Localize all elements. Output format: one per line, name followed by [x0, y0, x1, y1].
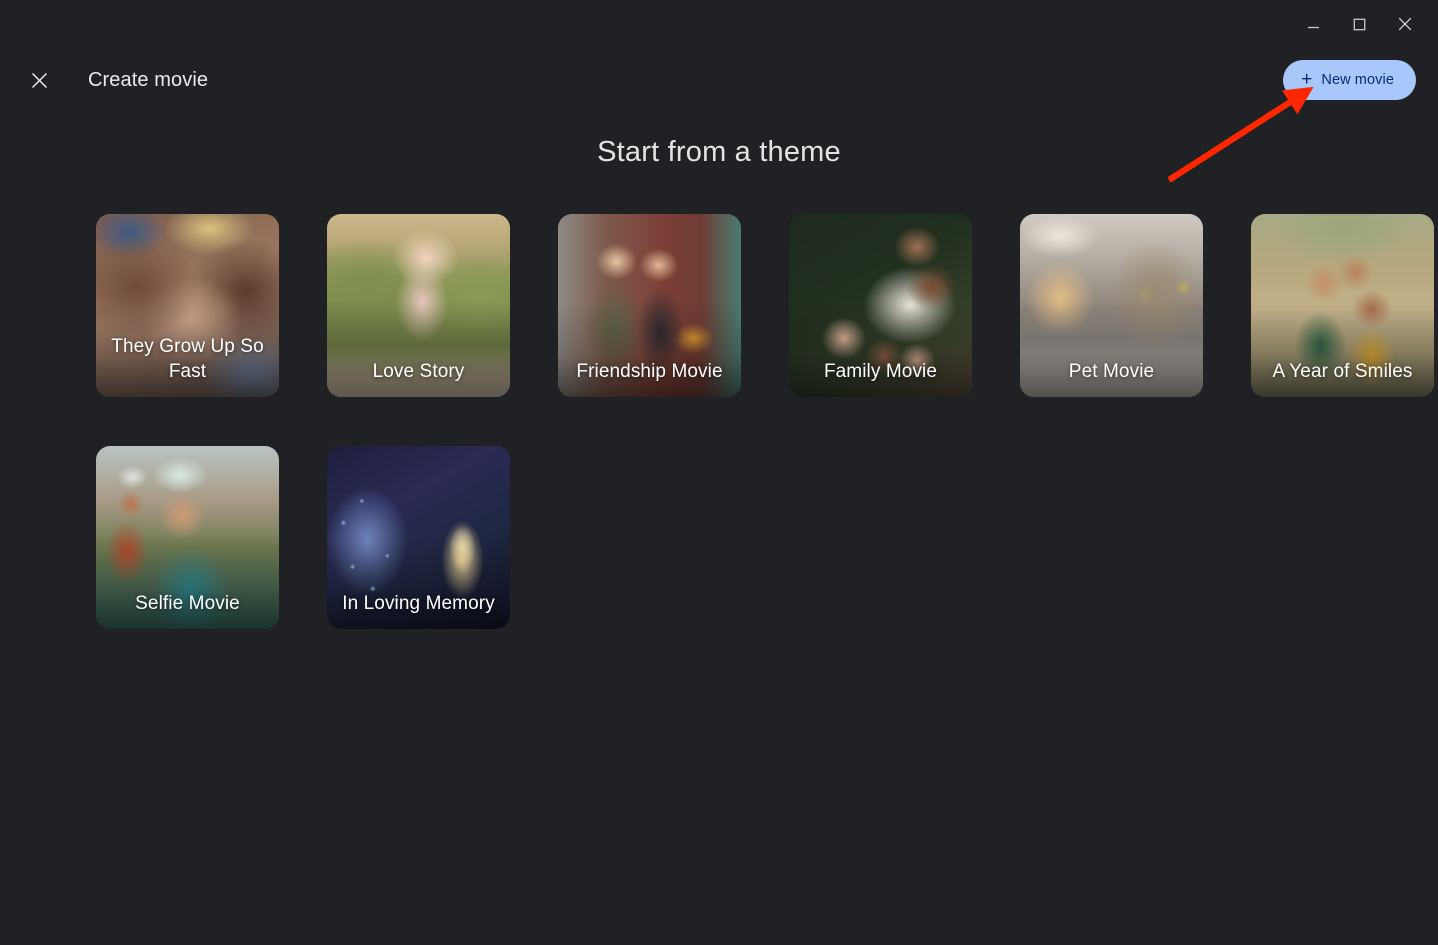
theme-card-label: They Grow Up So Fast [111, 336, 264, 382]
theme-card-label: In Loving Memory [342, 592, 495, 614]
new-movie-label: New movie [1321, 72, 1394, 88]
theme-card-label: Love Story [372, 360, 465, 382]
close-dialog-button[interactable] [24, 65, 54, 95]
plus-icon: + [1301, 68, 1313, 90]
window-control-bar [0, 0, 1438, 48]
minimize-icon [1307, 26, 1319, 28]
minimize-button[interactable] [1290, 4, 1336, 44]
maximize-icon [1353, 18, 1365, 30]
theme-card[interactable]: Friendship Movie [558, 214, 741, 397]
theme-card-label: Family Movie [823, 360, 938, 382]
section-title: Start from a theme [597, 136, 841, 168]
app-header: Create movie + New movie [0, 48, 1438, 112]
theme-card[interactable]: Selfie Movie [96, 446, 279, 629]
page-title: Create movie [88, 68, 209, 91]
theme-card[interactable]: Pet Movie [1020, 214, 1203, 397]
theme-card[interactable]: Family Movie [789, 214, 972, 397]
maximize-button[interactable] [1336, 4, 1382, 44]
theme-card[interactable]: A Year of Smiles [1251, 214, 1434, 397]
theme-card[interactable]: In Loving Memory [327, 446, 510, 629]
main-content: Start from a theme They Grow Up So Fast L… [0, 112, 1438, 945]
close-window-icon [1398, 17, 1412, 31]
close-window-button[interactable] [1382, 4, 1428, 44]
theme-card[interactable]: They Grow Up So Fast [96, 214, 279, 397]
close-icon [31, 72, 47, 88]
theme-card-label: Pet Movie [1068, 360, 1155, 382]
theme-card[interactable]: Love Story [327, 214, 510, 397]
theme-card-label: Selfie Movie [135, 592, 240, 614]
theme-grid: They Grow Up So Fast Love Story Friendship… [48, 214, 1434, 629]
theme-card-label: Friendship Movie [576, 360, 723, 382]
new-movie-button[interactable]: + New movie [1283, 60, 1416, 100]
theme-card-label: A Year of Smiles [1272, 360, 1413, 382]
